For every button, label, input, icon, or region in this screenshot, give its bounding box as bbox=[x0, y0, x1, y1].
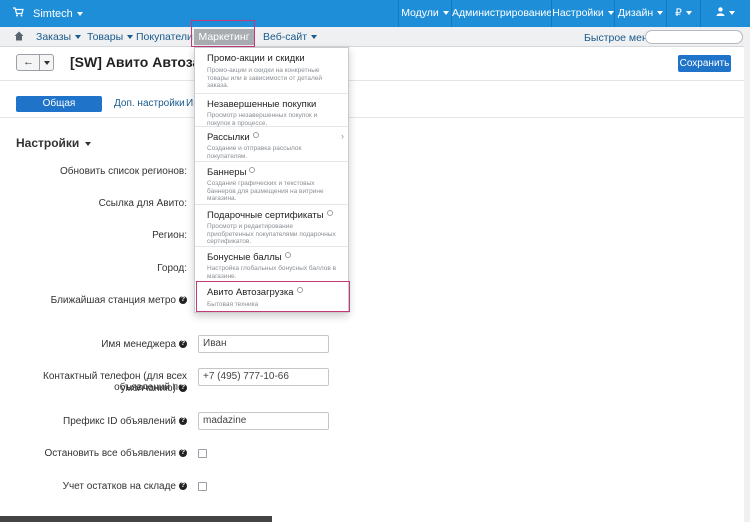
nav-currency[interactable]: ₽ bbox=[666, 0, 700, 27]
top-navbar: Simtech Модули Администрирование Настрой… bbox=[0, 0, 750, 43]
phone-label-line2: умолчанию)? bbox=[120, 383, 187, 394]
user-icon bbox=[716, 7, 725, 19]
avito-link-label: Ссылка для Авито: bbox=[98, 198, 187, 209]
search-input[interactable] bbox=[645, 30, 743, 44]
help-icon[interactable]: ? bbox=[179, 340, 187, 349]
metro-label: Ближайшая станция метро? bbox=[50, 295, 187, 306]
region-label: Регион: bbox=[152, 230, 187, 241]
stop-all-label: Остановить все объявления? bbox=[44, 448, 187, 459]
prefix-input[interactable]: madazine bbox=[198, 412, 329, 430]
info-icon bbox=[249, 167, 256, 173]
nav-products[interactable]: Товары bbox=[87, 31, 134, 43]
nav-website[interactable]: Веб-сайт bbox=[263, 31, 317, 43]
help-icon[interactable]: ? bbox=[179, 417, 187, 426]
tab-extra-settings[interactable]: Доп. настройки bbox=[108, 96, 191, 112]
nav-settings[interactable]: Настройки bbox=[551, 0, 614, 27]
manager-name-label: Имя менеджера? bbox=[101, 339, 187, 350]
info-icon bbox=[252, 132, 259, 138]
menu-item-gift-certificates[interactable]: Подарочные сертификаты Просмотр и редакт… bbox=[195, 205, 348, 247]
nav-user[interactable] bbox=[700, 0, 750, 27]
home-icon[interactable] bbox=[14, 31, 24, 41]
menu-item-reward-points[interactable]: Бонусные баллы Настройка глобальных бону… bbox=[195, 247, 348, 282]
stock-checkbox[interactable] bbox=[198, 482, 207, 491]
back-button[interactable]: ← bbox=[16, 54, 54, 71]
nav-orders[interactable]: Заказы bbox=[36, 31, 82, 43]
menu-item-newsletters[interactable]: Рассылки › Создание и отправка рассылок … bbox=[195, 127, 348, 162]
scrollbar[interactable] bbox=[744, 27, 750, 522]
info-icon bbox=[284, 252, 291, 258]
stock-label: Учет остатков на складе? bbox=[62, 481, 187, 492]
prefix-label: Префикс ID объявлений? bbox=[63, 416, 187, 427]
info-icon bbox=[326, 210, 333, 216]
phone-input[interactable]: +7 (495) 777-10-66 bbox=[198, 368, 329, 386]
help-icon[interactable]: ? bbox=[179, 482, 187, 491]
arrow-left-icon: ← bbox=[23, 56, 34, 68]
help-icon[interactable]: ? bbox=[179, 384, 187, 393]
marketing-dropdown-menu: Промо-акции и скидки Промо-акции и скидк… bbox=[194, 47, 349, 313]
chevron-right-icon: › bbox=[341, 131, 344, 141]
manager-name-input[interactable]: Иван bbox=[198, 335, 329, 353]
city-label: Город: bbox=[157, 263, 187, 274]
cart-icon[interactable] bbox=[13, 7, 24, 20]
menu-item-abandoned-carts[interactable]: Незавершенные покупки Просмотр незаверше… bbox=[195, 94, 348, 127]
help-icon[interactable]: ? bbox=[179, 449, 187, 458]
store-selector[interactable]: Simtech bbox=[33, 8, 83, 20]
save-button[interactable]: Сохранить bbox=[678, 55, 731, 72]
avito-highlight-box bbox=[196, 281, 350, 312]
nav-design[interactable]: Дизайн bbox=[614, 0, 666, 27]
help-icon[interactable]: ? bbox=[179, 296, 187, 305]
chevron-down-icon[interactable] bbox=[44, 61, 50, 65]
menu-item-banners[interactable]: Баннеры Создание графических и текстовых… bbox=[195, 162, 348, 205]
update-regions-label: Обновить список регионов: bbox=[60, 166, 187, 177]
stop-all-checkbox[interactable] bbox=[198, 449, 207, 458]
nav-modules[interactable]: Модули bbox=[398, 0, 451, 27]
nav-administration[interactable]: Администрирование bbox=[451, 0, 552, 43]
section-title[interactable]: Настройки bbox=[16, 136, 92, 150]
tab-general[interactable]: Общая информация bbox=[16, 96, 102, 125]
status-strip bbox=[0, 516, 272, 522]
marketing-highlight-box bbox=[191, 20, 255, 47]
menu-item-promotions[interactable]: Промо-акции и скидки Промо-акции и скидк… bbox=[195, 48, 348, 94]
